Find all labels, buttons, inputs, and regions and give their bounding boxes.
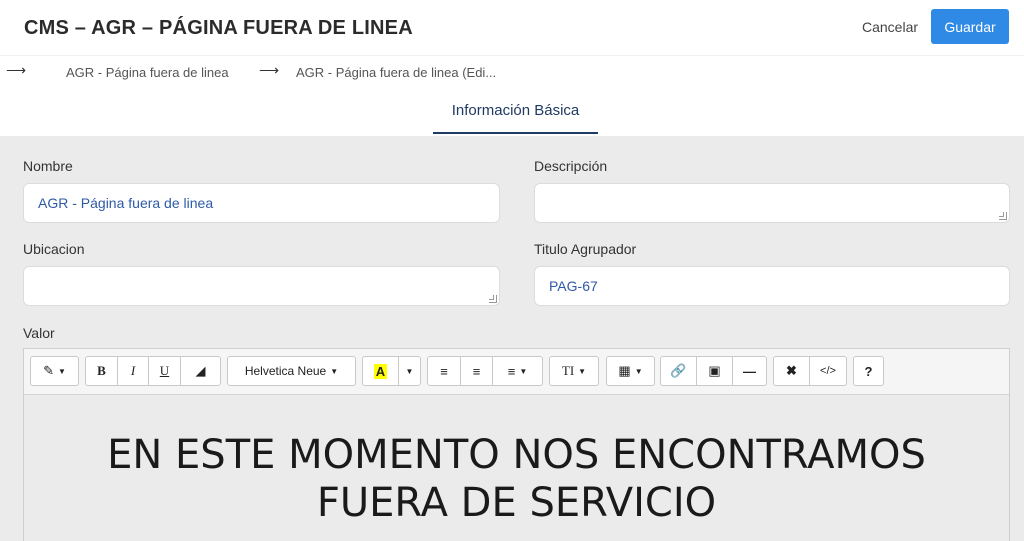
descripcion-label: Descripción (534, 158, 608, 174)
align-icon[interactable]: ≡ ▼ (493, 357, 542, 385)
resize-handle-icon[interactable] (999, 212, 1007, 220)
save-button[interactable]: Guardar (931, 9, 1009, 44)
ordered-list-icon[interactable]: ≡ (461, 357, 493, 385)
fullscreen-icon[interactable]: ✖ (774, 357, 810, 385)
text-height-icon[interactable]: TI ▼ (550, 357, 598, 385)
ubicacion-textarea[interactable] (23, 266, 500, 306)
table-icon[interactable]: ▦ ▼ (607, 357, 654, 385)
nombre-label: Nombre (23, 158, 73, 174)
breadcrumb: ⟶ AGR - Página fuera de linea ⟶ AGR - Pá… (0, 60, 1024, 84)
list-group: ≡ ≡ ≡ ▼ (427, 356, 543, 386)
view-group: ✖ </> (773, 356, 847, 386)
bold-icon[interactable]: B (86, 357, 118, 385)
font-family-dropdown[interactable]: Helvetica Neue ▼ (227, 356, 356, 386)
code-view-icon[interactable]: </> (810, 357, 846, 385)
magic-wand-icon[interactable]: ✎ ▼ (31, 357, 78, 385)
descripcion-textarea[interactable] (534, 183, 1010, 223)
image-icon[interactable]: ▣ (697, 357, 733, 385)
text-height-group: TI ▼ (549, 356, 599, 386)
color-group: A ▼ (362, 356, 421, 386)
rich-text-editor: ✎ ▼ B I U ◢ Helvetica Neue ▼ A ▼ ≡ ≡ ≡ ▼ TI… (23, 348, 1010, 541)
ubicacion-label: Ubicacion (23, 241, 85, 257)
tab-informacion-basica[interactable]: Información Básica (433, 88, 598, 134)
help-group: ? (853, 356, 884, 386)
editor-toolbar: ✎ ▼ B I U ◢ Helvetica Neue ▼ A ▼ ≡ ≡ ≡ ▼ TI… (24, 349, 1009, 395)
underline-icon[interactable]: U (149, 357, 181, 385)
form-area: Nombre AGR - Página fuera de linea Descr… (0, 136, 1024, 541)
resize-handle-icon[interactable] (489, 295, 497, 303)
font-style-group: B I U ◢ (85, 356, 221, 386)
color-dropdown-caret-icon[interactable]: ▼ (399, 357, 420, 385)
content-line-1: EN ESTE MOMENTO NOS ENCONTRAMOS (107, 432, 926, 478)
italic-icon[interactable]: I (118, 357, 149, 385)
editor-content[interactable]: EN ESTE MOMENTO NOS ENCONTRAMOS FUERA DE… (24, 395, 1009, 541)
help-icon[interactable]: ? (854, 357, 883, 385)
highlight-color-icon[interactable]: A (363, 357, 399, 385)
nombre-input[interactable]: AGR - Página fuera de linea (23, 183, 500, 223)
link-icon[interactable]: 🔗 (661, 357, 697, 385)
arrow-right-icon: ⟶ (6, 62, 27, 78)
content-line-2: FUERA DE SERVICIO (316, 480, 717, 526)
arrow-right-icon: ⟶ (259, 62, 280, 78)
insert-group: 🔗 ▣ — (660, 356, 767, 386)
breadcrumb-item-1[interactable]: AGR - Página fuera de linea (66, 65, 229, 80)
titulo-agrupador-input[interactable]: PAG-67 (534, 266, 1010, 306)
cancel-button[interactable]: Cancelar (856, 11, 924, 43)
font-family-select[interactable]: Helvetica Neue ▼ (228, 357, 355, 385)
table-group: ▦ ▼ (606, 356, 655, 386)
eraser-icon[interactable]: ◢ (181, 357, 220, 385)
page-header: CMS – AGR – PÁGINA FUERA DE LINEA Cancel… (0, 0, 1024, 56)
horizontal-rule-icon[interactable]: — (733, 357, 766, 385)
unordered-list-icon[interactable]: ≡ (428, 357, 461, 385)
editor-content-text: EN ESTE MOMENTO NOS ENCONTRAMOS FUERA DE… (24, 431, 1009, 527)
titulo-agrupador-label: Titulo Agrupador (534, 241, 637, 257)
tab-bar: Información Básica (0, 88, 1024, 136)
valor-label: Valor (23, 325, 55, 341)
page-title: CMS – AGR – PÁGINA FUERA DE LINEA (24, 17, 413, 39)
style-group: ✎ ▼ (30, 356, 79, 386)
breadcrumb-item-2[interactable]: AGR - Página fuera de linea (Edi... (296, 65, 496, 80)
font-family-value: Helvetica Neue (244, 364, 327, 378)
